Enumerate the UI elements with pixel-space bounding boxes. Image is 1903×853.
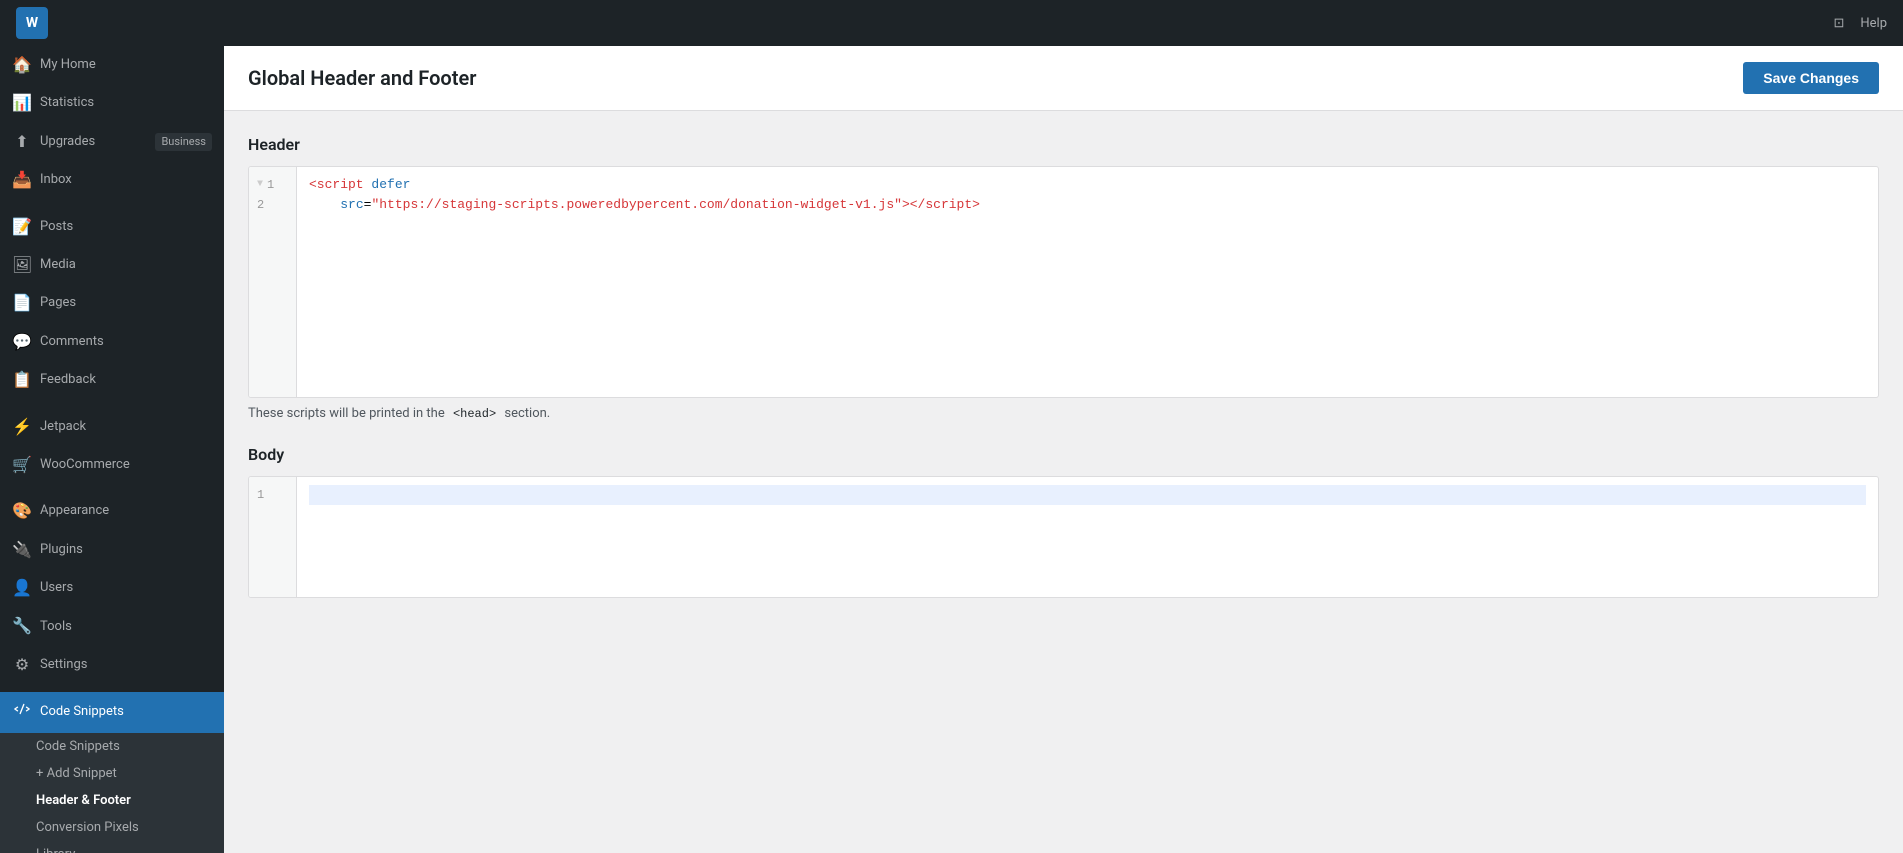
settings-icon: ⚙: [12, 654, 32, 676]
code-snippets-icon: [12, 700, 32, 724]
page-title: Global Header and Footer: [248, 66, 476, 90]
line-num-2: 2: [249, 195, 296, 215]
submenu-add-snippet[interactable]: + Add Snippet: [0, 760, 224, 787]
body-code-line-1: [309, 485, 1866, 505]
sidebar-item-users[interactable]: 👤 Users: [0, 569, 224, 607]
wp-logo-icon: W: [16, 7, 48, 39]
users-icon: 👤: [12, 577, 32, 599]
sidebar-item-code-snippets[interactable]: Code Snippets: [0, 692, 224, 732]
body-line-num-1: 1: [249, 485, 296, 505]
posts-icon: 📝: [12, 216, 32, 238]
sidebar-item-tools[interactable]: 🔧 Tools: [0, 607, 224, 645]
main-content: Global Header and Footer Save Changes He…: [224, 46, 1903, 853]
sidebar-item-my-home[interactable]: 🏠 My Home: [0, 46, 224, 84]
appearance-icon: 🎨: [12, 500, 32, 522]
submenu-conversion-pixels[interactable]: Conversion Pixels: [0, 814, 224, 841]
sidebar-item-posts[interactable]: 📝 Posts: [0, 208, 224, 246]
upgrades-icon: ⬆: [12, 131, 32, 153]
sidebar: 🏠 My Home 📊 Statistics ⬆ Upgrades Busine…: [0, 46, 224, 853]
topbar-actions: ⊡ Help: [1833, 16, 1887, 31]
sidebar-item-inbox[interactable]: 📥 Inbox: [0, 161, 224, 199]
body-code-lines[interactable]: [297, 477, 1878, 597]
code-line-2: src="https://staging-scripts.poweredbype…: [309, 195, 1866, 215]
responsive-view-icon[interactable]: ⊡: [1833, 16, 1844, 31]
body-line-numbers: 1: [249, 477, 297, 597]
pages-icon: 📄: [12, 292, 32, 314]
feedback-icon: 📋: [12, 369, 32, 391]
header-code-section: Header ▼ 1 2 <script defer s: [248, 135, 1879, 421]
submenu-code-snippets[interactable]: Code Snippets: [0, 733, 224, 760]
header-code-lines[interactable]: <script defer src="https://staging-scrip…: [297, 167, 1878, 397]
sidebar-item-pages[interactable]: 📄 Pages: [0, 284, 224, 322]
page-header: Global Header and Footer Save Changes: [224, 46, 1903, 111]
comments-icon: 💬: [12, 331, 32, 353]
header-line-numbers: ▼ 1 2: [249, 167, 297, 397]
code-snippets-submenu: Code Snippets + Add Snippet Header & Foo…: [0, 733, 224, 853]
sidebar-item-jetpack[interactable]: ⚡ Jetpack: [0, 408, 224, 446]
sidebar-item-feedback[interactable]: 📋 Feedback: [0, 361, 224, 399]
help-link[interactable]: Help: [1860, 16, 1887, 31]
line-num-1: ▼ 1: [249, 175, 296, 195]
wp-logo-area: W: [16, 7, 48, 39]
content-area: Header ▼ 1 2 <script defer s: [224, 111, 1903, 853]
fold-arrow-1: ▼: [257, 175, 263, 195]
woocommerce-icon: 🛒: [12, 454, 32, 476]
sidebar-item-media[interactable]: 🖼 Media: [0, 246, 224, 284]
sidebar-item-statistics[interactable]: 📊 Statistics: [0, 84, 224, 122]
plugins-icon: 🔌: [12, 539, 32, 561]
body-section-title: Body: [248, 445, 1879, 464]
body-code-editor-container: 1: [248, 476, 1879, 598]
media-icon: 🖼: [12, 254, 32, 276]
submenu-library[interactable]: Library: [0, 841, 224, 853]
tools-icon: 🔧: [12, 615, 32, 637]
sidebar-item-plugins[interactable]: 🔌 Plugins: [0, 531, 224, 569]
header-code-editor-container: ▼ 1 2 <script defer src="https://staging…: [248, 166, 1879, 398]
sidebar-item-woocommerce[interactable]: 🛒 WooCommerce: [0, 446, 224, 484]
admin-topbar: W ⊡ Help: [0, 0, 1903, 46]
sidebar-item-upgrades[interactable]: ⬆ Upgrades Business: [0, 123, 224, 161]
sidebar-item-appearance[interactable]: 🎨 Appearance: [0, 492, 224, 530]
upgrades-badge: Business: [155, 133, 212, 150]
sidebar-item-comments[interactable]: 💬 Comments: [0, 323, 224, 361]
inbox-icon: 📥: [12, 169, 32, 191]
jetpack-icon: ⚡: [12, 416, 32, 438]
body-code-editor[interactable]: 1: [249, 477, 1878, 597]
sidebar-item-settings[interactable]: ⚙ Settings: [0, 646, 224, 684]
home-icon: 🏠: [12, 54, 32, 76]
submenu-header-footer[interactable]: Header & Footer: [0, 787, 224, 814]
statistics-icon: 📊: [12, 92, 32, 114]
code-line-1: <script defer: [309, 175, 1866, 195]
save-changes-button[interactable]: Save Changes: [1743, 62, 1879, 94]
head-tag-code: <head>: [448, 406, 501, 422]
header-section-title: Header: [248, 135, 1879, 154]
body-code-section: Body 1: [248, 445, 1879, 598]
header-code-editor[interactable]: ▼ 1 2 <script defer src="https://staging…: [249, 167, 1878, 397]
header-editor-note: These scripts will be printed in the <he…: [248, 406, 1879, 421]
